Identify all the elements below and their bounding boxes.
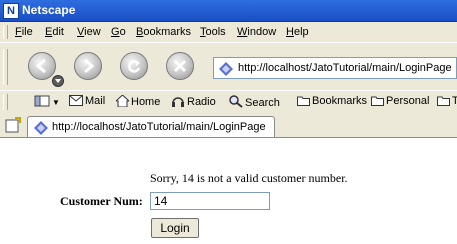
menu-go[interactable]: Go bbox=[111, 26, 126, 38]
tab-label: http://localhost/JatoTutorial/main/Login… bbox=[52, 121, 266, 133]
menu-file[interactable]: File bbox=[15, 26, 33, 38]
forward-button[interactable] bbox=[74, 52, 102, 80]
stop-button[interactable] bbox=[166, 52, 194, 80]
menu-edit[interactable]: Edit bbox=[45, 26, 64, 38]
mail-icon bbox=[69, 95, 83, 106]
error-message: Sorry, 14 is not a valid customer number… bbox=[150, 171, 348, 185]
login-button[interactable]: Login bbox=[151, 218, 199, 238]
toolbar-grip[interactable] bbox=[3, 25, 8, 39]
menu-bookmarks[interactable]: Bookmarks bbox=[136, 26, 191, 38]
back-icon bbox=[35, 58, 46, 74]
search-button[interactable]: Search bbox=[229, 95, 280, 109]
home-icon bbox=[116, 95, 129, 107]
toolbar-grip[interactable] bbox=[3, 49, 8, 85]
menu-tools[interactable]: Tools bbox=[200, 26, 226, 38]
bookmarks-folder-button[interactable]: Bookmarks bbox=[297, 95, 367, 107]
truncated-folder-button[interactable]: T bbox=[437, 95, 457, 107]
site-icon bbox=[34, 121, 48, 135]
url-input[interactable]: http://localhost/JatoTutorial/main/Login… bbox=[213, 57, 457, 79]
url-text[interactable]: http://localhost/JatoTutorial/main/Login… bbox=[238, 62, 452, 74]
customer-num-label: Customer Num: bbox=[60, 194, 143, 208]
stop-icon bbox=[173, 59, 187, 73]
sidebar-icon bbox=[34, 95, 50, 107]
back-button[interactable] bbox=[28, 52, 56, 80]
radio-icon bbox=[172, 97, 184, 107]
menu-help[interactable]: Help bbox=[286, 26, 309, 38]
window-title: Netscape bbox=[22, 3, 76, 17]
back-dropdown-button[interactable] bbox=[52, 75, 64, 87]
chevron-down-icon bbox=[55, 79, 61, 83]
tab-loginpage[interactable]: http://localhost/JatoTutorial/main/Login… bbox=[27, 116, 275, 138]
home-button[interactable]: Home bbox=[116, 95, 160, 108]
reload-icon bbox=[128, 60, 141, 73]
forward-icon bbox=[84, 58, 95, 74]
toolbar-grip[interactable] bbox=[3, 94, 8, 110]
mail-button[interactable]: Mail bbox=[69, 95, 105, 107]
page-content: Sorry, 14 is not a valid customer number… bbox=[0, 138, 457, 244]
folder-icon bbox=[297, 96, 310, 106]
personal-folder-button[interactable]: Personal bbox=[371, 95, 429, 107]
menu-view[interactable]: View bbox=[77, 26, 101, 38]
netscape-logo-icon: N bbox=[3, 3, 19, 19]
menu-bar: File Edit View Go Bookmarks Tools Window… bbox=[0, 22, 457, 42]
personal-toolbar: ▼ Mail Home Radio Search Bookmarks Perso… bbox=[0, 90, 457, 114]
new-tab-icon[interactable] bbox=[5, 117, 21, 133]
reload-button[interactable] bbox=[120, 52, 148, 80]
customer-num-input[interactable]: 14 bbox=[150, 192, 270, 210]
sidebar-toggle-button[interactable]: ▼ bbox=[34, 95, 60, 108]
folder-icon bbox=[371, 96, 384, 106]
radio-button[interactable]: Radio bbox=[171, 95, 216, 108]
site-icon bbox=[219, 62, 233, 76]
title-bar: N Netscape bbox=[0, 0, 457, 22]
folder-icon bbox=[437, 96, 450, 106]
tab-bar: http://localhost/JatoTutorial/main/Login… bbox=[0, 113, 457, 138]
menu-window[interactable]: Window bbox=[237, 26, 276, 38]
search-icon bbox=[229, 95, 243, 108]
